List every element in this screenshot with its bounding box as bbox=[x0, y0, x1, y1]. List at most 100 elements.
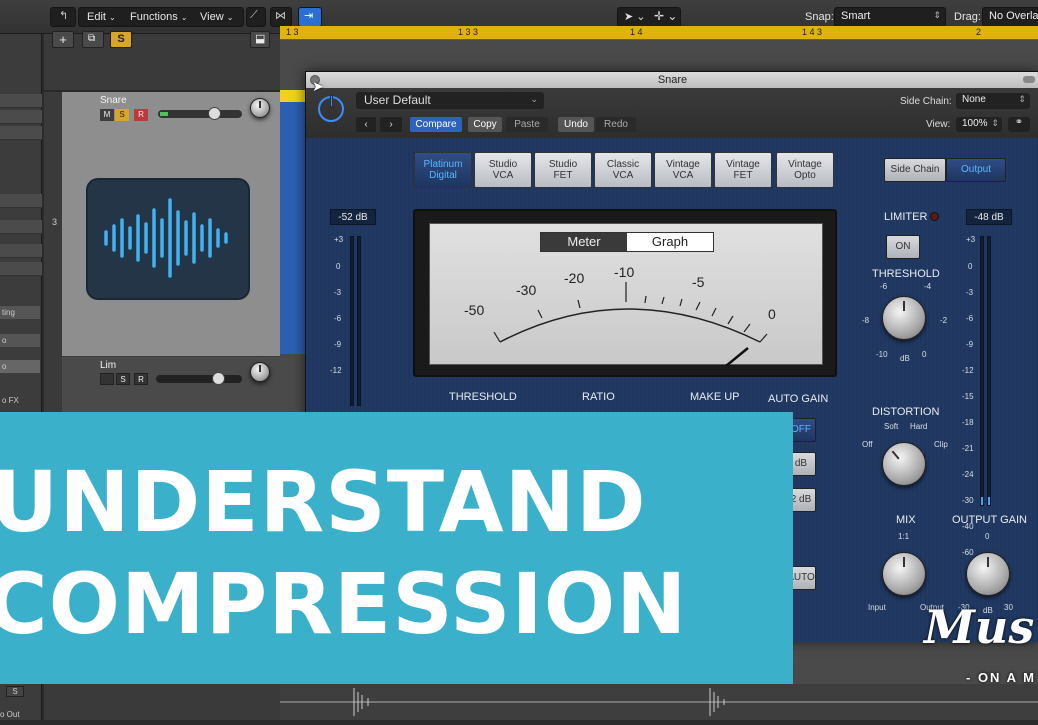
sidebar-fragment[interactable]: ting bbox=[0, 306, 40, 319]
volume-thumb[interactable] bbox=[208, 107, 221, 120]
model-vintage-opto[interactable]: Vintage Opto bbox=[776, 152, 834, 188]
redo-button[interactable]: Redo bbox=[596, 117, 636, 132]
plugin-header: User Default ⌄ ‹ › Compare Copy Paste Und… bbox=[306, 88, 1038, 138]
pan-knob[interactable] bbox=[250, 98, 270, 118]
model-studio-fet[interactable]: Studio FET bbox=[534, 152, 592, 188]
next-preset-button[interactable]: › bbox=[380, 117, 402, 132]
input-meter-right bbox=[357, 236, 361, 406]
sidebar-row[interactable] bbox=[0, 220, 42, 234]
mute-button[interactable] bbox=[100, 373, 114, 385]
sidebar-row[interactable] bbox=[0, 194, 42, 208]
limiter-led bbox=[930, 212, 939, 221]
side-chain-label: Side Chain: bbox=[900, 96, 952, 107]
distortion-knob[interactable] bbox=[882, 442, 926, 486]
sidebar-row[interactable] bbox=[0, 244, 42, 258]
limiter-threshold-label: THRESHOLD bbox=[872, 268, 940, 280]
output-button[interactable]: Output bbox=[946, 158, 1006, 182]
vu-label: -50 bbox=[464, 302, 485, 318]
sidebar-row[interactable] bbox=[0, 110, 42, 124]
preset-menu[interactable]: User Default ⌄ bbox=[356, 92, 544, 109]
view-menu[interactable]: View ⌄ bbox=[200, 8, 233, 26]
flex-button[interactable]: ⋈ bbox=[270, 7, 292, 27]
track-name: Snare bbox=[100, 95, 127, 106]
ratio-label: RATIO bbox=[582, 391, 615, 403]
sidebar-row[interactable] bbox=[0, 94, 42, 108]
paste-button[interactable]: Paste bbox=[506, 117, 548, 132]
sidebar-fragment[interactable]: o bbox=[0, 334, 40, 347]
collapse-icon[interactable] bbox=[1023, 76, 1035, 83]
model-vintage-vca[interactable]: Vintage VCA bbox=[654, 152, 712, 188]
undo-button[interactable]: Undo bbox=[558, 117, 594, 132]
record-button[interactable]: R bbox=[134, 109, 148, 121]
makeup-label: MAKE UP bbox=[690, 391, 740, 403]
link-button[interactable]: ⚭ bbox=[1008, 117, 1030, 132]
track-options-button[interactable]: ⬓ bbox=[250, 31, 270, 48]
solo-button[interactable]: S bbox=[115, 109, 129, 121]
side-chain-select[interactable]: None ⇕ bbox=[956, 93, 1030, 109]
back-button[interactable]: ↰ bbox=[50, 7, 76, 27]
compare-button[interactable]: Compare bbox=[410, 117, 462, 132]
timeline-ruler[interactable]: 1 3 1 3 3 1 4 1 4 3 2 bbox=[280, 26, 1038, 40]
sidebar-fragment[interactable]: o bbox=[0, 360, 40, 373]
output-meter-left bbox=[980, 236, 984, 506]
input-level-readout: -52 dB bbox=[330, 209, 376, 225]
mouse-cursor-icon: ➤ bbox=[312, 78, 324, 94]
mix-knob[interactable] bbox=[882, 552, 926, 596]
track-snare[interactable]: Snare M S R bbox=[62, 92, 280, 356]
model-studio-vca[interactable]: Studio VCA bbox=[474, 152, 532, 188]
solo-button[interactable]: S bbox=[116, 373, 130, 385]
copy-button[interactable]: Copy bbox=[468, 117, 502, 132]
duplicate-track-button[interactable]: ⧉ bbox=[82, 31, 104, 48]
view-select[interactable]: 100% ⇕ bbox=[956, 117, 1002, 132]
plugin-title-bar[interactable]: Snare bbox=[306, 72, 1038, 88]
updown-icon: ⇕ bbox=[991, 118, 999, 128]
track-lim[interactable]: Lim S R bbox=[62, 357, 280, 413]
model-classic-vca[interactable]: Classic VCA bbox=[594, 152, 652, 188]
record-button[interactable]: R bbox=[134, 373, 148, 385]
back-icon: ↰ bbox=[59, 10, 69, 22]
pan-knob[interactable] bbox=[250, 362, 270, 382]
sidebar-solo[interactable]: S bbox=[6, 686, 24, 697]
ruler-mark: 1 4 3 bbox=[802, 27, 823, 37]
global-solo-button[interactable]: S bbox=[110, 31, 132, 48]
volume-thumb[interactable] bbox=[212, 372, 225, 385]
side-chain-button[interactable]: Side Chain bbox=[884, 158, 946, 182]
chevron-right-icon: › bbox=[389, 119, 393, 130]
drag-select[interactable]: No Overlap bbox=[982, 7, 1038, 27]
vu-scale-arc bbox=[493, 282, 768, 366]
sidebar-fragment: o Out bbox=[0, 710, 20, 719]
output-gain-knob[interactable] bbox=[966, 552, 1010, 596]
tool-menus[interactable]: ➤ ⌄ ✛ ⌄ bbox=[617, 7, 681, 27]
chevron-down-icon: ⌄ bbox=[530, 94, 538, 104]
output-level-readout: -48 dB bbox=[966, 209, 1012, 225]
ruler-mark: 1 4 bbox=[630, 27, 643, 37]
automation-icon: ⟋ bbox=[250, 9, 258, 21]
auto-gain-label: AUTO GAIN bbox=[768, 393, 829, 405]
mute-button[interactable]: M bbox=[100, 109, 114, 121]
catch-button[interactable]: ⇥ bbox=[298, 7, 322, 27]
vu-face: Meter Graph -50 -30 -20 -10 -5 0 bbox=[429, 223, 823, 366]
prev-preset-button[interactable]: ‹ bbox=[356, 117, 376, 132]
region-snare[interactable] bbox=[280, 90, 305, 354]
limiter-label: LIMITER bbox=[884, 211, 928, 223]
pointer-tool-icon: ➤ ⌄ bbox=[624, 11, 646, 23]
add-track-button[interactable]: + bbox=[52, 31, 74, 48]
updown-icon: ⇕ bbox=[933, 10, 941, 20]
automation-button[interactable]: ⟋ bbox=[246, 7, 266, 27]
functions-menu[interactable]: Functions ⌄ bbox=[130, 8, 187, 26]
sidebar-row[interactable] bbox=[0, 126, 42, 140]
sidebar-row[interactable] bbox=[0, 262, 42, 276]
model-platinum-digital[interactable]: Platinum Digital bbox=[414, 152, 472, 188]
snap-select[interactable]: Smart ⇕ bbox=[834, 7, 946, 27]
vu-meter: Meter Graph -50 -30 -20 -10 -5 0 bbox=[413, 209, 837, 377]
volume-slider[interactable] bbox=[158, 107, 242, 120]
power-icon[interactable] bbox=[318, 95, 344, 122]
link-icon: ⚭ bbox=[1014, 117, 1024, 128]
ruler-mark: 2 bbox=[976, 27, 982, 37]
model-vintage-fet[interactable]: Vintage FET bbox=[714, 152, 772, 188]
edit-menu[interactable]: Edit ⌄ bbox=[87, 8, 116, 26]
limiter-on-button[interactable]: ON bbox=[886, 235, 920, 259]
limiter-threshold-knob[interactable] bbox=[882, 296, 926, 340]
duplicate-icon: ⧉ bbox=[88, 33, 96, 44]
volume-slider[interactable] bbox=[156, 372, 242, 385]
